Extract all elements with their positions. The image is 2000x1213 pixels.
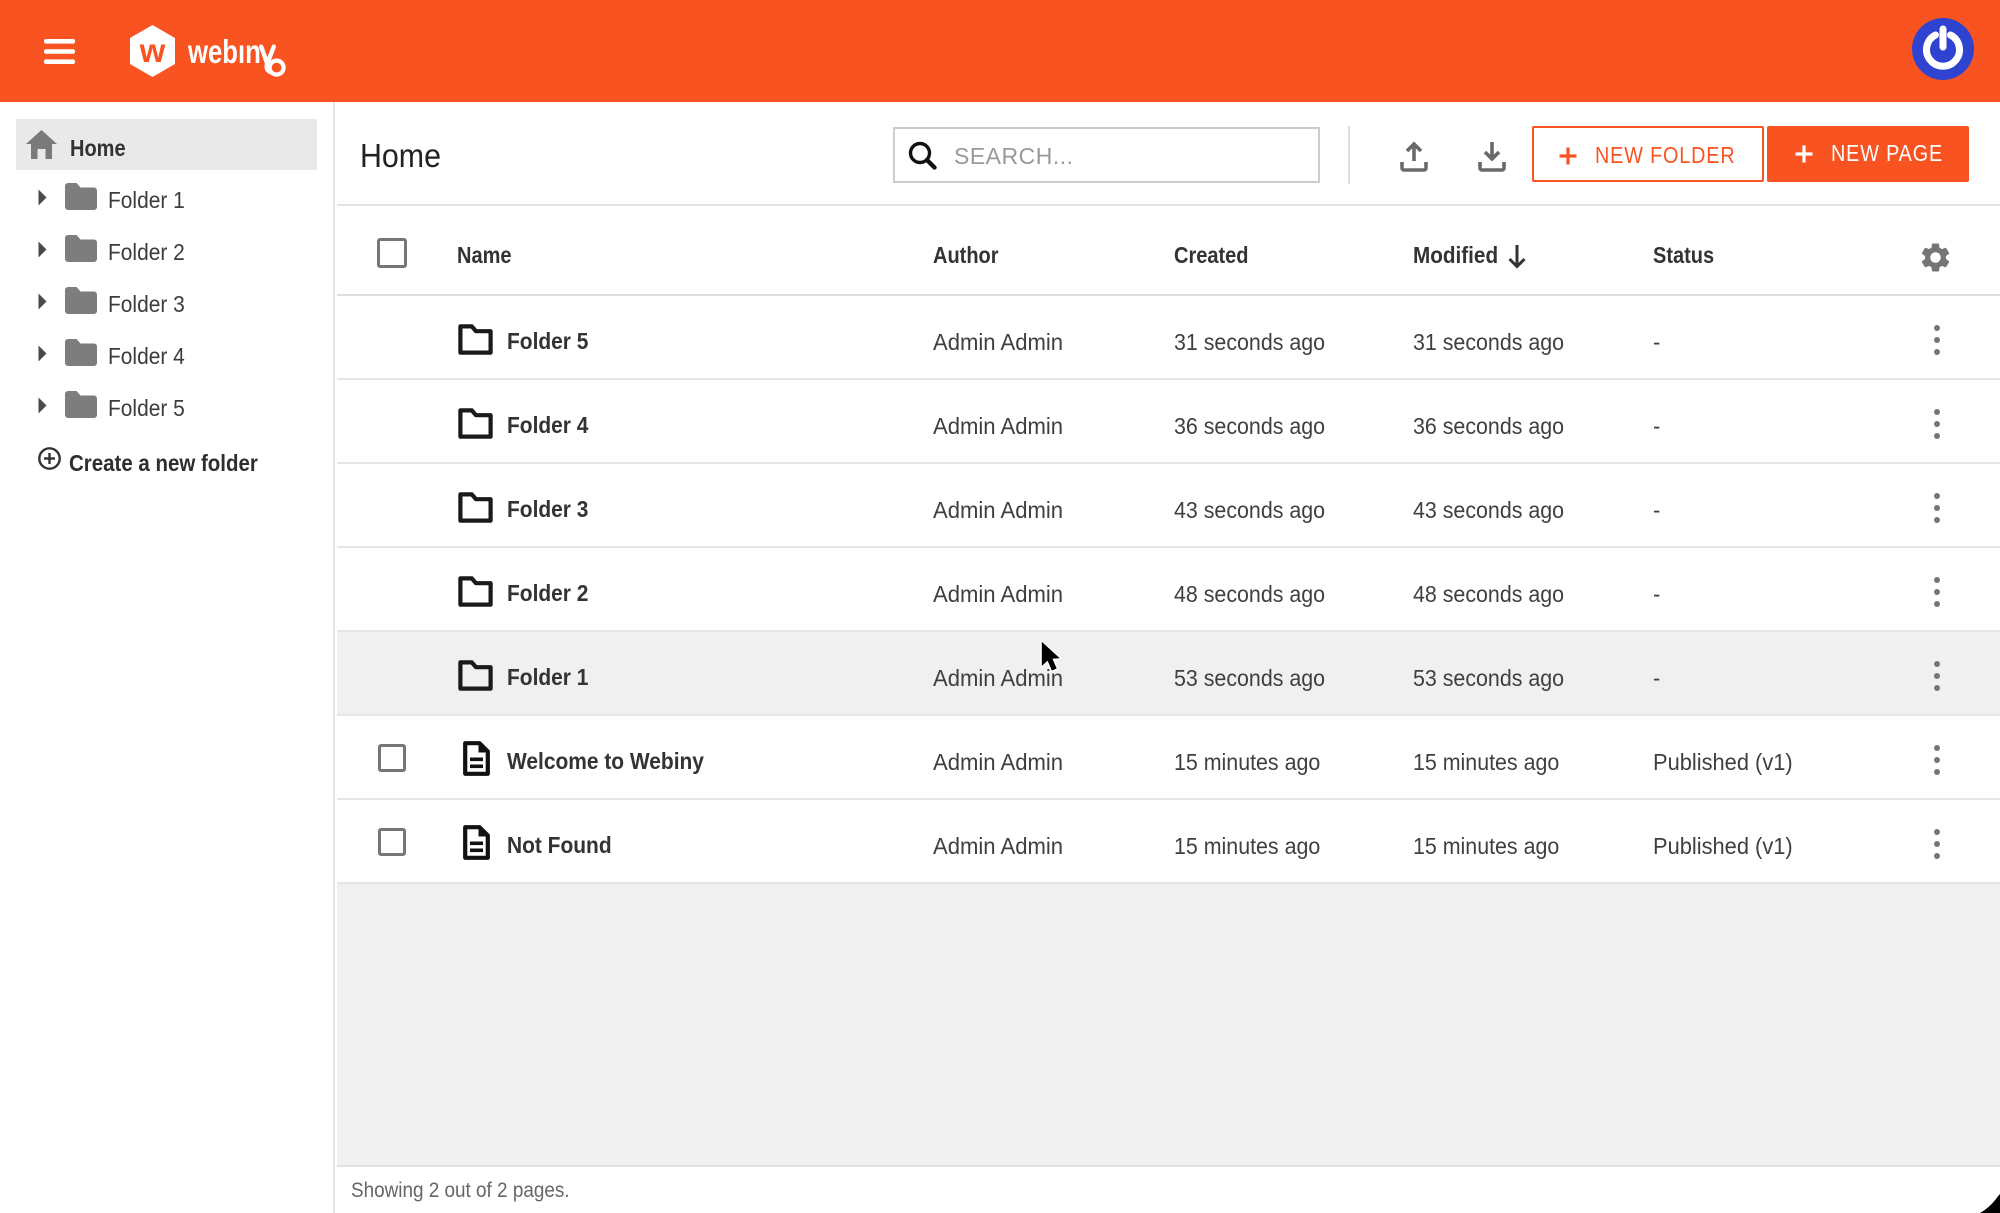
svg-text:w: w bbox=[139, 32, 166, 69]
svg-text:webın: webın bbox=[187, 34, 261, 71]
